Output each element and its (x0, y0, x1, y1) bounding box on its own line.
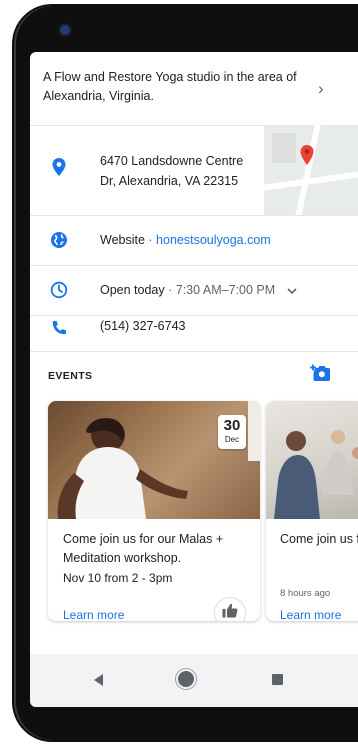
event-title: Come join us for our Malas + Meditation … (63, 532, 224, 565)
hours-separator: · (164, 283, 176, 297)
website-link[interactable]: honestsoulyoga.com (156, 233, 271, 247)
location-pin-icon (50, 158, 68, 176)
event-card[interactable]: Come join us for our Malas + Meditation … (266, 401, 358, 621)
learn-more-link[interactable]: Learn more (280, 608, 341, 621)
like-button[interactable] (214, 597, 246, 621)
website-label: Website (100, 233, 145, 247)
hours-row[interactable]: Open today · 7:30 AM–7:00 PM (30, 265, 358, 316)
event-card[interactable]: 30 Dec Come join us for our Malas + Medi… (48, 401, 260, 621)
events-heading: EVENTS (48, 370, 93, 382)
clock-icon (50, 281, 68, 299)
learn-more-link[interactable]: Learn more (63, 608, 124, 621)
recent-apps-icon[interactable] (272, 674, 283, 685)
chevron-down-icon[interactable] (287, 284, 297, 298)
android-nav-bar (30, 654, 358, 707)
hours-range: 7:30 AM–7:00 PM (175, 283, 276, 297)
address-line-1: 6470 Landsdowne Centre (100, 154, 244, 168)
home-icon[interactable] (178, 671, 194, 687)
map-road (291, 125, 323, 215)
front-camera (60, 25, 70, 35)
website-row[interactable]: Website · honestsoulyoga.com (30, 215, 358, 266)
event-title: Come join us for our Malas + Meditation … (280, 532, 358, 546)
business-description-row[interactable]: A Flow and Restore Yoga studio in the ar… (30, 52, 358, 126)
hours-status: Open today (100, 283, 165, 297)
phone-screen: A Flow and Restore Yoga studio in the ar… (30, 52, 358, 707)
phone-icon (50, 319, 68, 337)
map-road (264, 167, 358, 193)
event-photo-yoga: 30 Dec (48, 401, 260, 519)
business-description: A Flow and Restore Yoga studio in the ar… (43, 70, 297, 103)
back-icon[interactable] (94, 674, 103, 686)
event-photo-yoga-class (266, 401, 358, 519)
thumbs-up-icon (222, 603, 238, 621)
map-pin-icon (300, 145, 314, 170)
event-date-month: Dec (224, 435, 240, 444)
website-text: Website · honestsoulyoga.com (100, 233, 271, 247)
globe-icon (50, 231, 68, 249)
map-block (272, 133, 296, 163)
event-date-badge: 30 Dec (218, 415, 246, 449)
address-line-2: Dr, Alexandria, VA 22315 (100, 174, 239, 188)
phone-number[interactable]: (514) 327-6743 (100, 319, 185, 333)
address-row[interactable]: 6470 Landsdowne Centre Dr, Alexandria, V… (30, 125, 358, 216)
phone-row[interactable]: (514) 327-6743 (30, 315, 358, 352)
add-photo-icon[interactable] (310, 364, 330, 387)
map-thumbnail[interactable] (264, 125, 358, 215)
address-text: 6470 Landsdowne Centre Dr, Alexandria, V… (100, 151, 243, 191)
event-date-day: 30 (223, 417, 241, 434)
hours-text: Open today · 7:30 AM–7:00 PM (100, 283, 297, 298)
chevron-right-icon: › (318, 79, 324, 98)
event-datetime: Nov 10 from 2 - 3pm (63, 571, 173, 585)
event-posted-time: 8 hours ago (280, 588, 331, 599)
website-separator: · (144, 233, 157, 247)
